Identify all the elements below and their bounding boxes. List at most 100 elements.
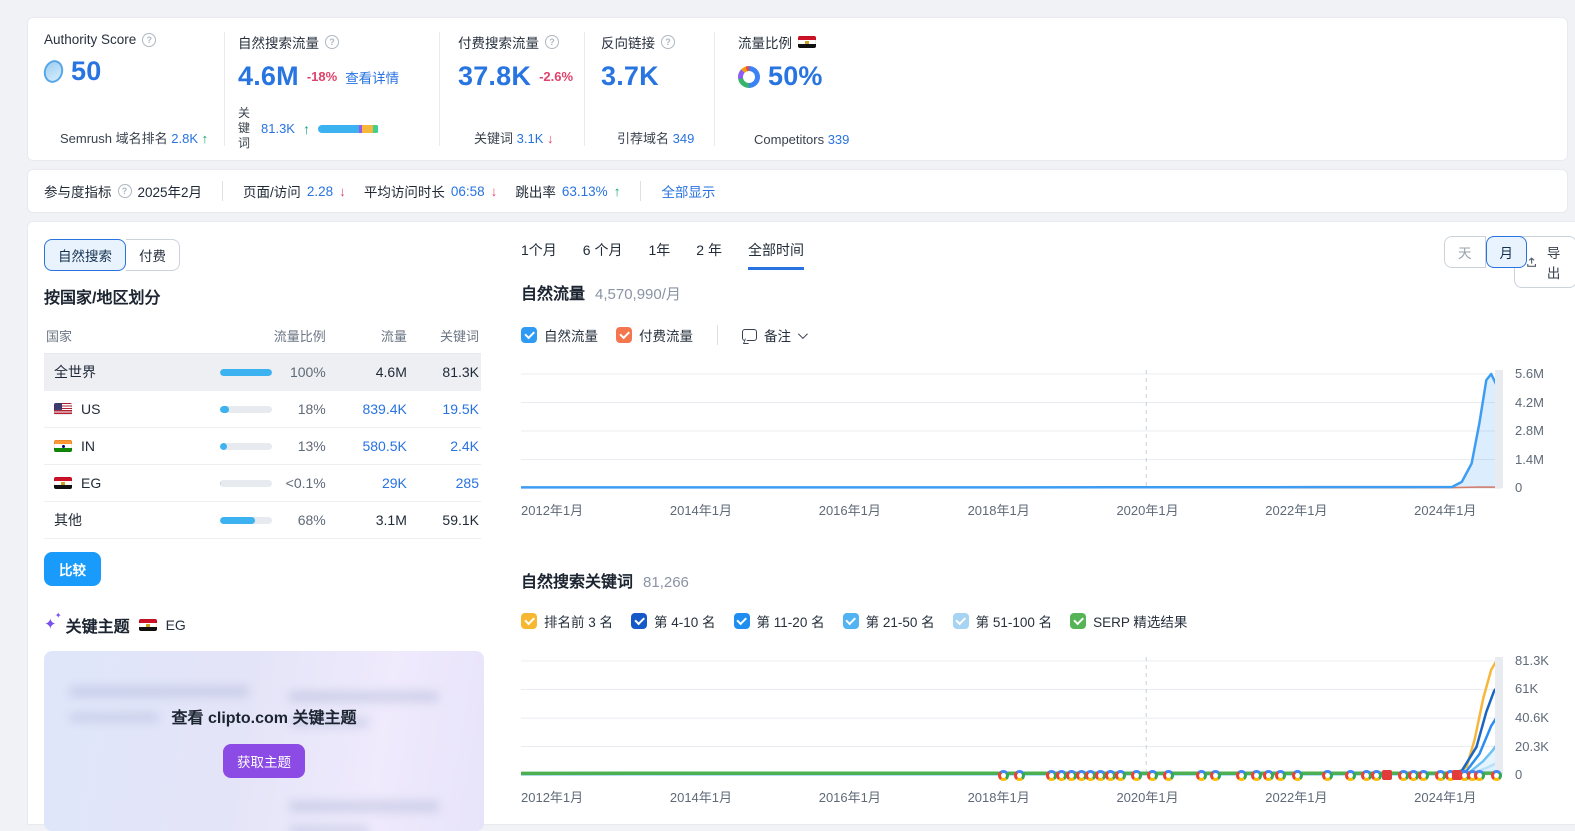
time-tab[interactable]: 1年: [648, 240, 670, 270]
keywords-distribution-bar: [318, 125, 380, 133]
keywords-cell: 59.1K: [409, 502, 481, 539]
serp-google-marker-icon[interactable]: [1322, 770, 1333, 781]
rank-range-checkbox[interactable]: 第 11-20 名: [734, 611, 825, 631]
divider: [222, 181, 223, 201]
bar-segment: [373, 125, 379, 133]
engagement-metrics: 页面/访问2.28↓平均访问时长06:58↓跳出率63.13%↑: [243, 181, 620, 201]
legend-label: 排名前 3 名: [544, 611, 613, 631]
checkbox-checked-icon: [734, 613, 750, 629]
time-tab[interactable]: 6 个月: [583, 240, 623, 270]
rank-range-checkbox[interactable]: SERP 精选结果: [1070, 611, 1187, 631]
geo-section-title: 按国家/地区划分: [44, 284, 160, 308]
view-details-link[interactable]: 查看详情: [345, 67, 399, 87]
checkbox-checked-icon: [521, 327, 537, 343]
country-label: US: [81, 401, 100, 417]
rank-range-checkbox[interactable]: 第 51-100 名: [953, 611, 1053, 631]
serp-google-marker-icon[interactable]: [1014, 770, 1025, 781]
time-tab[interactable]: 1个月: [521, 240, 557, 270]
rank-range-checkbox[interactable]: 第 4-10 名: [631, 611, 716, 631]
tab-paid[interactable]: 付费: [126, 239, 180, 271]
serp-google-marker-icon[interactable]: [1263, 770, 1274, 781]
traffic-share-value: 18%: [282, 401, 326, 417]
serp-google-marker-icon[interactable]: [1345, 770, 1356, 781]
table-row[interactable]: EG<0.1%29K285: [44, 465, 481, 502]
serp-google-marker-icon[interactable]: [1115, 770, 1126, 781]
keywords-value-link[interactable]: 2.4K: [450, 438, 479, 454]
info-icon[interactable]: ?: [661, 35, 675, 49]
x-axis-tick: 2016年1月: [819, 500, 881, 519]
paid-keywords-value[interactable]: 3.1K: [517, 131, 544, 146]
rank-range-checkbox[interactable]: 第 21-50 名: [843, 611, 935, 631]
table-row[interactable]: 全世界100%4.6M81.3K: [44, 354, 481, 391]
traffic-share-label: 流量比例: [738, 32, 792, 52]
checkbox-checked-icon: [843, 613, 859, 629]
serp-google-marker-icon[interactable]: [1371, 770, 1382, 781]
domain-rank-value[interactable]: 2.8K: [171, 131, 198, 146]
info-icon[interactable]: ?: [545, 35, 559, 49]
table-row[interactable]: IN 13% 580.5K 2.4K: [44, 428, 481, 465]
legend-label: 自然流量: [544, 325, 598, 345]
country-name: EG: [46, 475, 141, 491]
keywords-chart: 81.3K61K40.6K20.3K02012年1月2014年1月2016年1月…: [521, 651, 1501, 781]
time-tab[interactable]: 2 年: [696, 240, 722, 270]
rank-range-checkbox[interactable]: 排名前 3 名: [521, 611, 613, 631]
table-row[interactable]: US 18% 839.4K 19.5K: [44, 391, 481, 428]
keywords-chart-value: 81,266: [643, 574, 689, 591]
traffic-cell: 839.4K: [328, 391, 409, 428]
organic-traffic-label: 自然搜索流量: [238, 32, 319, 52]
trend-up-arrow: ↑: [202, 131, 209, 146]
country-table-header: 国家流量比例流量关键词: [44, 322, 481, 354]
info-icon[interactable]: ?: [118, 184, 132, 198]
traffic-cell: 580.5K: [328, 428, 409, 465]
metric-value: 06:58: [451, 184, 485, 199]
table-row[interactable]: 其他68%3.1M59.1K: [44, 502, 481, 539]
info-icon[interactable]: ?: [325, 35, 339, 49]
compare-button[interactable]: 比较: [44, 552, 101, 586]
serp-google-marker-icon[interactable]: [1251, 770, 1262, 781]
serp-google-marker-icon[interactable]: [1275, 770, 1286, 781]
share-cell-td: 13%: [143, 428, 327, 465]
x-axis-tick: 2024年1月: [1414, 787, 1476, 806]
traffic-value-link[interactable]: 29K: [382, 475, 407, 491]
time-tab[interactable]: 全部时间: [748, 240, 804, 270]
metric-label: 平均访问时长: [364, 181, 445, 201]
keywords-value-link[interactable]: 285: [456, 475, 479, 491]
x-axis-tick: 2022年1月: [1265, 787, 1327, 806]
y-axis-tick: 5.6M: [1515, 366, 1544, 381]
y-axis-tick: 81.3K: [1515, 653, 1549, 668]
series-checkbox[interactable]: 自然流量: [521, 325, 598, 345]
x-axis-tick: 2020年1月: [1116, 787, 1178, 806]
get-topics-button[interactable]: 获取主题: [223, 744, 305, 778]
main-analysis-card: 自然搜索付费 按国家/地区划分 国家流量比例流量关键词 全世界100%4.6M8…: [27, 221, 1575, 825]
keywords-cell: 2.4K: [409, 428, 481, 465]
metric-value: 63.13%: [562, 184, 608, 199]
granularity-day[interactable]: 天: [1444, 236, 1486, 268]
granularity-month[interactable]: 月: [1486, 236, 1528, 268]
organic-keywords-value[interactable]: 81.3K: [261, 121, 295, 136]
engagement-label: 参与度指标: [44, 181, 112, 201]
notes-dropdown[interactable]: 备注: [742, 325, 805, 345]
competitors-value[interactable]: 339: [828, 132, 850, 147]
show-all-link[interactable]: 全部显示: [661, 181, 715, 201]
serp-google-marker-icon[interactable]: [1163, 770, 1174, 781]
serp-alert-marker-icon[interactable]: [1382, 770, 1392, 780]
serp-google-marker-icon[interactable]: [1418, 770, 1429, 781]
notes-label: 备注: [764, 325, 791, 345]
competitors-label: Competitors: [754, 132, 824, 147]
info-icon[interactable]: ?: [142, 33, 156, 47]
tab-organic[interactable]: 自然搜索: [44, 239, 126, 271]
traffic-value-link[interactable]: 580.5K: [362, 438, 406, 454]
country-label: IN: [81, 438, 95, 454]
keywords-value-link[interactable]: 19.5K: [442, 401, 479, 417]
current-period-band: [1495, 370, 1503, 488]
series-checkbox[interactable]: 付费流量: [616, 325, 693, 345]
serp-google-marker-icon[interactable]: [1210, 770, 1221, 781]
keywords-chart-legend: 排名前 3 名第 4-10 名第 11-20 名第 21-50 名第 51-10…: [521, 611, 1187, 631]
y-axis-tick: 2.8M: [1515, 423, 1544, 438]
country-cell: EG: [44, 465, 143, 502]
ref-domains-value[interactable]: 349: [673, 131, 695, 146]
trend-up-arrow: ↑: [303, 121, 310, 137]
y-axis-tick: 61K: [1515, 681, 1538, 696]
backlinks-panel: 反向链接 ? 3.7K 引荐域名 349: [601, 18, 714, 160]
traffic-value-link[interactable]: 839.4K: [362, 401, 406, 417]
